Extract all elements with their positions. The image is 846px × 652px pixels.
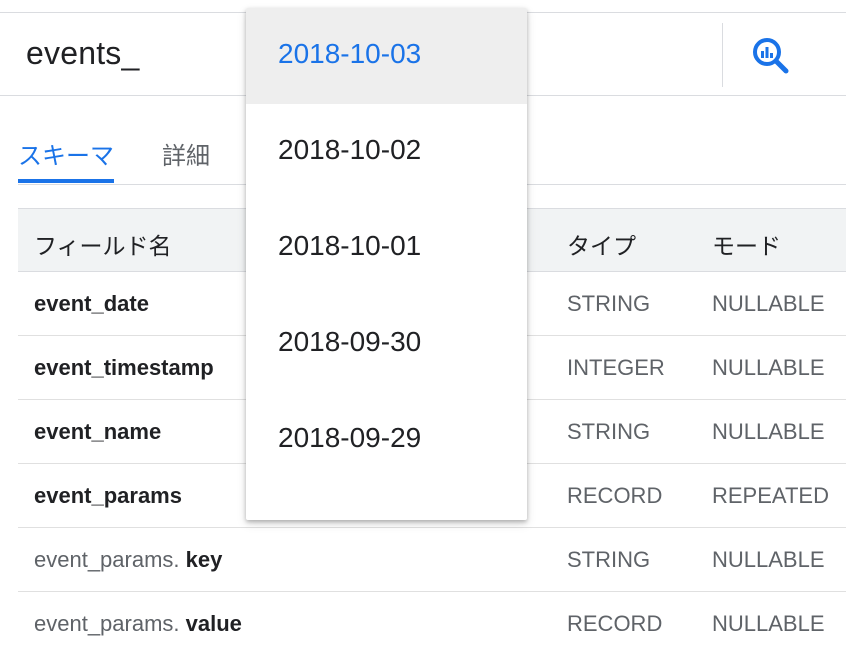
field-type: INTEGER: [567, 355, 665, 380]
field-name: event_params. value: [34, 611, 242, 637]
field-name-text: event_date: [34, 291, 149, 316]
date-option-label: 2018-09-29: [278, 422, 422, 453]
table-name: events_: [26, 35, 140, 71]
field-name: event_timestamp: [34, 355, 214, 381]
date-shard-dropdown: 2018-10-03 2018-10-02 2018-10-01 2018-09…: [246, 8, 527, 520]
field-mode: NULLABLE: [712, 355, 825, 380]
field-name-text: event_timestamp: [34, 355, 214, 380]
field-parent-prefix: event_params.: [34, 611, 186, 636]
field-name-text: event_params: [34, 483, 182, 508]
field-name: event_date: [34, 291, 149, 317]
field-name-text: value: [185, 611, 242, 636]
field-type: RECORD: [567, 611, 663, 636]
field-mode: NULLABLE: [712, 419, 825, 444]
table-row[interactable]: event_params. key STRING NULLABLE: [18, 528, 846, 592]
field-mode: NULLABLE: [712, 291, 825, 316]
column-header-field-name: フィールド名: [34, 233, 172, 259]
table-row[interactable]: event_params. value RECORD NULLABLE: [18, 592, 846, 652]
header-divider: [722, 23, 723, 87]
column-header-type: タイプ: [567, 233, 636, 259]
date-option[interactable]: 2018-10-03: [246, 8, 527, 104]
field-mode: NULLABLE: [712, 611, 825, 636]
date-option[interactable]: 2018-10-02: [246, 104, 527, 200]
active-tab-indicator: [18, 179, 114, 183]
field-type: STRING: [567, 291, 651, 316]
field-parent-prefix: event_params.: [34, 547, 186, 572]
field-name: event_name: [34, 419, 161, 445]
column-header-mode: モード: [712, 233, 781, 259]
field-name-text: event_name: [34, 419, 162, 444]
date-option[interactable]: 2018-10-01: [246, 200, 527, 296]
bigquery-table-view: events_ スキーマ 詳細 フィールド名 タイプ モード event_dat…: [0, 0, 846, 652]
field-name: event_params: [34, 483, 182, 509]
field-type: STRING: [567, 547, 651, 572]
date-option-label: 2018-10-01: [278, 230, 422, 261]
tab-details[interactable]: 詳細: [162, 136, 210, 171]
field-name: event_params. key: [34, 547, 222, 573]
date-option-label: 2018-10-03: [278, 38, 422, 69]
field-type: STRING: [567, 419, 651, 444]
field-name-text: key: [185, 547, 223, 572]
field-mode: REPEATED: [712, 483, 829, 508]
field-type: RECORD: [567, 483, 663, 508]
tab-schema[interactable]: スキーマ: [18, 136, 114, 171]
date-option-label: 2018-09-30: [278, 326, 422, 357]
date-option[interactable]: 2018-09-30: [246, 296, 527, 392]
date-option[interactable]: 2018-09-29: [246, 392, 527, 488]
date-option-label: 2018-10-02: [278, 134, 422, 165]
query-table-icon[interactable]: [750, 35, 792, 77]
field-mode: NULLABLE: [712, 547, 825, 572]
